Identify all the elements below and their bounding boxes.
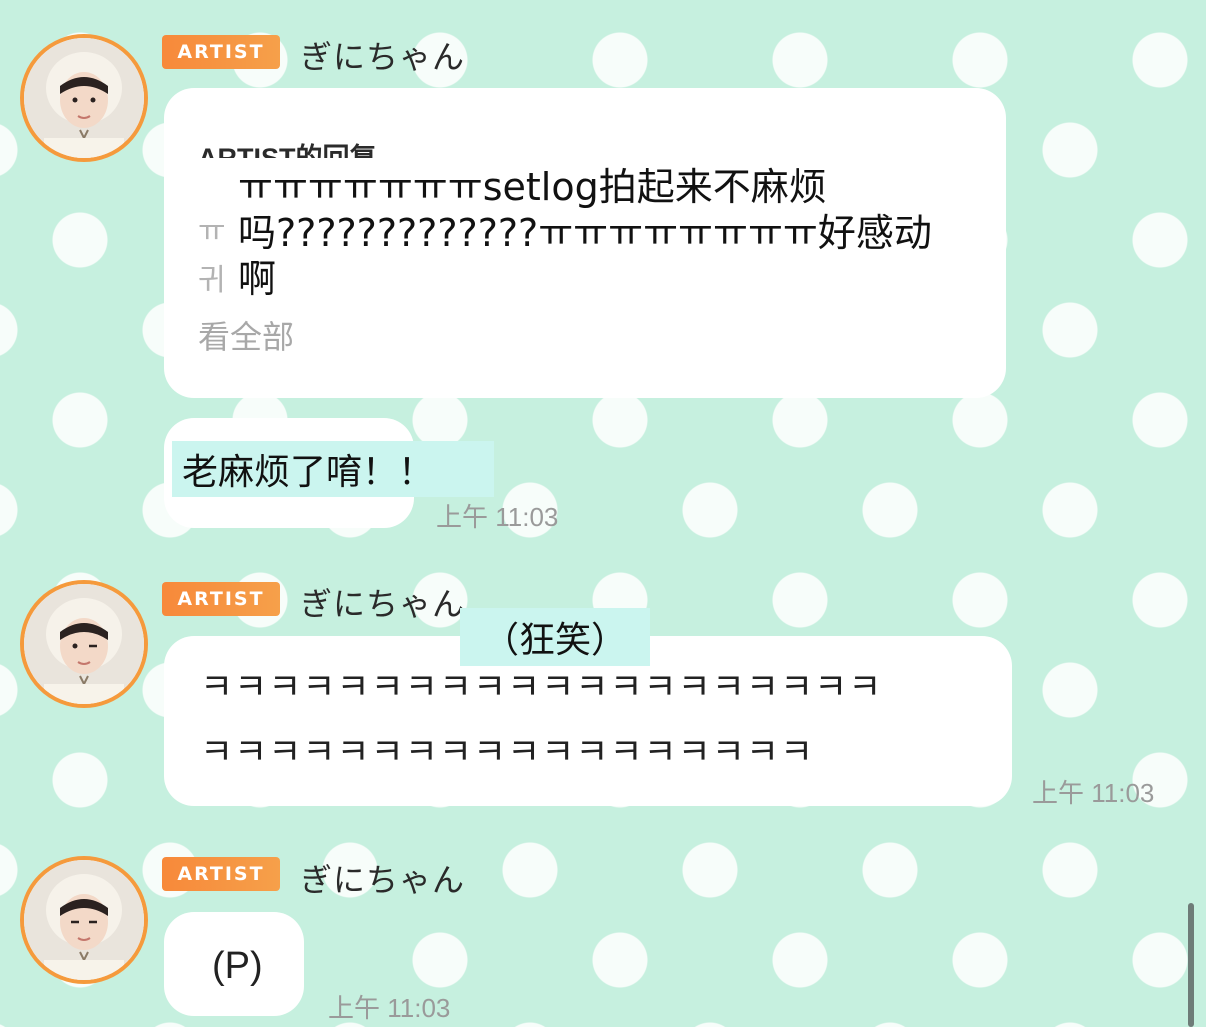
message-time: 上午 11:03 <box>436 502 559 532</box>
avatar-icon <box>24 38 144 158</box>
artist-badge: ARTIST <box>162 582 280 616</box>
reply-quote-text: ㅠㅠㅠㅠㅠㅠㅠsetlog拍起来不麻烦吗?????????????ㅠㅠㅠㅠㅠㅠㅠ… <box>230 160 966 302</box>
message-text: (P) <box>212 945 263 987</box>
avatar-icon <box>24 860 144 980</box>
artist-badge-label: ARTIST <box>177 41 265 63</box>
sender-name: ぎにちゃん <box>300 38 466 76</box>
reply-ghost-text-1: ㅠ <box>198 214 226 249</box>
message-time: 上午 11:03 <box>328 993 451 1023</box>
avatar[interactable] <box>20 580 148 708</box>
message-text-line-2: ㅋㅋㅋㅋㅋㅋㅋㅋㅋㅋㅋㅋㅋㅋㅋㅋㅋㅋ <box>200 732 815 773</box>
scrollbar[interactable] <box>1188 903 1194 1027</box>
artist-badge: ARTIST <box>162 35 280 69</box>
avatar-icon <box>24 584 144 704</box>
avatar[interactable] <box>20 34 148 162</box>
reply-header: ARTIST的回复 <box>198 143 377 158</box>
message-time: 上午 11:03 <box>1032 778 1155 808</box>
sender-name: ぎにちゃん <box>300 585 466 623</box>
reply-ghost-text-2: 귀 <box>198 263 226 298</box>
artist-badge: ARTIST <box>162 857 280 891</box>
artist-badge-label: ARTIST <box>177 588 265 610</box>
avatar[interactable] <box>20 856 148 984</box>
sender-name: ぎにちゃん <box>300 861 466 899</box>
see-all-link[interactable]: 看全部 <box>198 312 294 358</box>
message-text: 老麻烦了唷！！ <box>172 441 494 497</box>
message-text-line-1: ㅋㅋㅋㅋㅋㅋㅋㅋㅋㅋㅋㅋㅋㅋㅋㅋㅋㅋㅋㅋ <box>200 667 883 708</box>
artist-badge-label: ARTIST <box>177 863 265 885</box>
